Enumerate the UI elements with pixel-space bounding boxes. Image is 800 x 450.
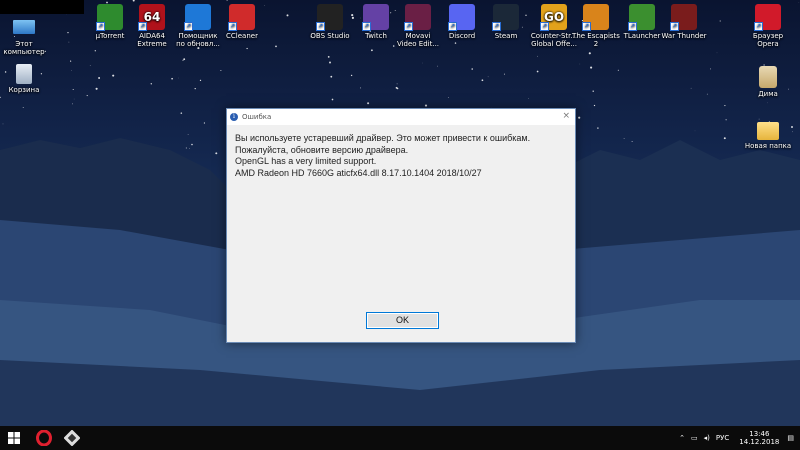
desktop-icon-ccleaner[interactable]: ↗ CCleaner bbox=[212, 4, 272, 40]
info-icon: i bbox=[230, 113, 238, 121]
movavi-icon: ↗ bbox=[404, 4, 431, 31]
obs-icon: ↗ bbox=[316, 4, 343, 31]
aida64-icon: 64 ↗ bbox=[138, 4, 165, 31]
shortcut-arrow-icon: ↗ bbox=[362, 22, 371, 31]
desktop-icon-label: Новая папка bbox=[744, 142, 792, 150]
dialog-message-line: Вы используете устаревший драйвер. Это м… bbox=[235, 133, 531, 143]
desktop-icon-dima[interactable]: Дима bbox=[738, 66, 798, 98]
desktop-icon-label: Этот компьютер bbox=[3, 40, 45, 56]
warthunder-icon: ↗ bbox=[670, 4, 697, 31]
desktop-icon-this-pc[interactable]: Этот компьютер bbox=[0, 16, 54, 56]
dialog-body: Вы используете устаревший драйвер. Это м… bbox=[227, 125, 575, 179]
volume-icon[interactable]: ◂) bbox=[704, 434, 710, 442]
shortcut-arrow-icon: ↗ bbox=[448, 22, 457, 31]
ccleaner-icon: ↗ bbox=[228, 4, 255, 31]
discord-icon: ↗ bbox=[448, 4, 475, 31]
dialog-title: Ошибка bbox=[242, 113, 272, 121]
shortcut-arrow-icon: ↗ bbox=[754, 22, 763, 31]
icon-glyph: 64 bbox=[143, 10, 161, 24]
system-tray: ⌃ ▭ ◂) РУС 13:46 14.12.2018 ▤ bbox=[673, 426, 794, 450]
shortcut-arrow-icon: ↗ bbox=[404, 22, 413, 31]
twitch-icon: ↗ bbox=[362, 4, 389, 31]
shortcut-arrow-icon: ↗ bbox=[228, 22, 237, 31]
icon-glyph: GO bbox=[543, 10, 565, 24]
shortcut-arrow-icon: ↗ bbox=[96, 22, 105, 31]
desktop: Этот компьютер Корзина ↗ µTorrent 64 ↗ AIDA6… bbox=[0, 0, 800, 426]
shortcut-arrow-icon: ↗ bbox=[138, 22, 147, 31]
language-indicator[interactable]: РУС bbox=[716, 434, 729, 442]
shortcut-arrow-icon: ↗ bbox=[670, 22, 679, 31]
shortcut-arrow-icon: ↗ bbox=[582, 22, 591, 31]
dialog-titlebar[interactable]: i Ошибка × bbox=[227, 109, 575, 125]
desktop-icon-label: Дима bbox=[758, 90, 778, 98]
clock-date: 14.12.2018 bbox=[739, 438, 780, 446]
escapists-icon: ↗ bbox=[582, 4, 609, 31]
shortcut-arrow-icon: ↗ bbox=[184, 22, 193, 31]
shortcut-arrow-icon: ↗ bbox=[316, 22, 325, 31]
csgo-icon: GO ↗ bbox=[540, 4, 567, 31]
user-folder-icon bbox=[759, 66, 777, 88]
error-dialog: i Ошибка × Вы используете устаревший дра… bbox=[226, 108, 576, 343]
opera-icon: ↗ bbox=[754, 4, 781, 31]
windows-start-icon[interactable] bbox=[8, 432, 20, 444]
clock[interactable]: 13:46 14.12.2018 bbox=[739, 430, 779, 446]
computer-icon bbox=[13, 20, 35, 34]
taskbar: ⌃ ▭ ◂) РУС 13:46 14.12.2018 ▤ bbox=[0, 426, 800, 450]
recycle-bin-icon bbox=[16, 64, 32, 84]
shortcut-arrow-icon: ↗ bbox=[628, 22, 637, 31]
dialog-message-line: OpenGL has a very limited support. bbox=[235, 156, 377, 166]
desktop-icon-label: War Thunder bbox=[661, 32, 707, 40]
folder-icon bbox=[757, 122, 779, 140]
close-button[interactable]: × bbox=[562, 111, 570, 122]
network-icon[interactable]: ▭ bbox=[691, 434, 698, 442]
notifications-icon[interactable]: ▤ bbox=[787, 434, 794, 442]
chevron-up-icon[interactable]: ⌃ bbox=[679, 434, 685, 442]
opera-taskbar-icon[interactable] bbox=[36, 430, 52, 446]
utorrent-icon: ↗ bbox=[96, 4, 123, 31]
steam-icon: ↗ bbox=[492, 4, 519, 31]
dialog-message-line: Пожалуйста, обновите версию драйвера. bbox=[235, 144, 409, 155]
shortcut-arrow-icon: ↗ bbox=[540, 22, 549, 31]
clock-time: 13:46 bbox=[749, 430, 770, 438]
ok-button[interactable]: OK bbox=[366, 312, 439, 329]
desktop-icon-opera[interactable]: ↗ Браузер Opera bbox=[738, 4, 798, 48]
desktop-icon-recycle-bin[interactable]: Корзина bbox=[0, 64, 54, 94]
dialog-message-line: AMD Radeon HD 7660G aticfx64.dll 8.17.10… bbox=[235, 167, 482, 178]
warthunder-taskbar-icon[interactable] bbox=[64, 430, 80, 446]
tlauncher-icon: ↗ bbox=[628, 4, 655, 31]
black-corner bbox=[0, 0, 84, 14]
shortcut-arrow-icon: ↗ bbox=[492, 22, 501, 31]
windows-icon: ↗ bbox=[184, 4, 211, 31]
desktop-icon-new-folder[interactable]: Новая папка bbox=[738, 122, 798, 150]
desktop-icon-label: Корзина bbox=[8, 86, 40, 94]
desktop-icon-label: CCleaner bbox=[226, 32, 258, 40]
desktop-icon-warthunder[interactable]: ↗ War Thunder bbox=[654, 4, 714, 40]
desktop-icon-label: Браузер Opera bbox=[752, 32, 784, 48]
